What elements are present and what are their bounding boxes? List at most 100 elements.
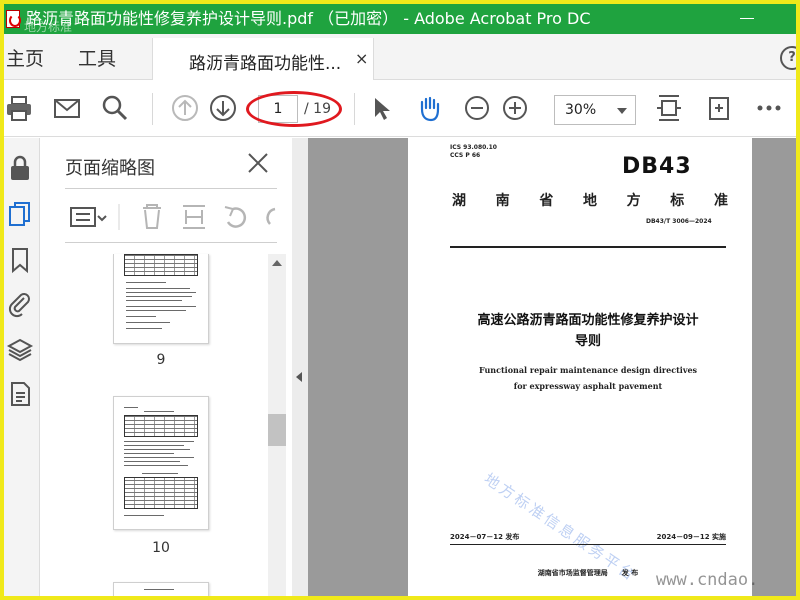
document-page: ICS 93.080.10 CCS P 66 DB43 湖 南 省 地 方 标 … [408,138,752,596]
hand-tool-icon[interactable] [414,93,444,123]
ccs-number: CCS P 66 [450,152,481,159]
heading-char: 准 [713,193,728,209]
thumbnail-line [126,288,190,289]
thumbnail-page-10[interactable] [113,396,209,530]
layers-icon[interactable] [6,336,34,364]
tab-document[interactable]: 路沥青路面功能性... × [152,38,374,80]
collapse-left-icon [296,372,302,382]
thumbnail-line [124,461,180,462]
thumbnail-table [124,477,198,509]
header-rule [450,246,726,248]
chinese-title: 高速公路沥青路面功能性修复养护设计 导则 [448,310,728,352]
thumbnail-page-partial[interactable] [113,582,209,596]
window-title: 路沥青路面功能性修复养护设计导则.pdf （已加密） - Adobe Acrob… [26,9,591,28]
thumbnail-options-icon[interactable] [70,207,107,227]
chevron-down-icon [617,108,627,114]
ics-number: ICS 93.080.10 [450,144,497,151]
rotate-left-icon[interactable] [224,206,247,228]
next-page-icon[interactable] [208,93,238,123]
footer-rule [450,544,726,545]
rotate-right-icon[interactable] [266,207,276,225]
panel-collapse-handle[interactable] [292,138,308,596]
thumbnail-panel: 页面缩略图 9 10 [41,138,291,596]
document-view[interactable]: ICS 93.080.10 CCS P 66 DB43 湖 南 省 地 方 标 … [308,138,796,596]
thumbnail-line [126,328,162,329]
implement-date: 2024－09－12 实施 [656,533,726,541]
english-title: Functional repair maintenance design dir… [448,362,728,394]
toolbar: 1 / 19 30% [4,81,796,137]
issuer-name: 湖南省市场监督管理局 [537,569,608,577]
tab-tools[interactable]: 工具 [78,44,116,71]
panel-title: 页面缩略图 [65,158,155,179]
thumbnail-label: 9 [156,352,166,368]
standard-number: DB43/T 3006—2024 [646,218,712,225]
thumbnail-line [126,282,166,283]
ics-code: ICS 93.080.10 CCS P 66 [450,144,497,160]
close-panel-icon[interactable] [245,150,271,176]
thumbnail-page-9[interactable] [113,254,209,344]
zoom-level-value: 30% [565,102,597,118]
province-standard-heading: 湖 南 省 地 方 标 准 [452,190,728,210]
zoom-out-icon[interactable] [462,93,492,123]
title-watermark: 地方标准 [24,20,73,34]
thumbnail-line [124,465,188,466]
title-bar: 路沥青路面功能性修复养护设计导则.pdf （已加密） - Adobe Acrob… [4,4,796,34]
thumbnail-line [142,473,178,474]
zoom-level-select[interactable]: 30% [554,95,636,125]
previous-page-icon[interactable] [170,93,200,123]
delete-page-icon[interactable] [143,204,161,229]
thumbnail-line [126,316,156,317]
chinese-title-line: 导则 [574,334,601,349]
fit-page-icon[interactable] [654,93,684,123]
zoom-in-icon[interactable] [500,93,530,123]
heading-char: 地 [582,193,597,209]
heading-char: 南 [495,193,510,209]
thumbnail-label: 10 [152,540,170,556]
panel-divider [65,188,277,189]
tab-row: 主页 工具 路沥青路面功能性... × ? [4,34,796,80]
db-code: DB43 [622,154,692,179]
thumbnail-line [126,310,186,311]
email-icon[interactable] [52,93,82,123]
page-indicator-highlight [246,91,342,127]
thumbnail-scrollbar[interactable] [268,254,286,596]
tab-home[interactable]: 主页 [6,44,44,71]
panel-divider [65,242,277,243]
thumbnail-line [124,515,164,516]
rotate-view-icon[interactable] [704,93,734,123]
publish-date: 2024－07－12 发布 [450,533,520,541]
thumbnail-line [144,589,174,590]
heading-char: 湖 [452,193,466,209]
print-icon[interactable] [4,93,34,123]
acrobat-app-icon [6,10,21,28]
english-title-line: for expressway asphalt pavement [513,381,663,391]
lock-icon[interactable] [6,154,34,182]
bookmark-icon[interactable] [6,246,34,274]
page-thumbnails-icon[interactable] [6,200,34,228]
toolbar-separator [152,93,153,125]
search-icon[interactable] [100,93,130,123]
document-properties-icon[interactable] [6,380,34,408]
scroll-up-icon[interactable] [272,260,282,266]
select-cursor-icon[interactable] [366,93,396,123]
chinese-title-line: 高速公路沥青路面功能性修复养护设计 [477,313,699,328]
insert-page-icon[interactable] [183,205,205,229]
attachment-icon[interactable] [6,290,34,318]
help-icon[interactable]: ? [780,46,796,70]
thumbnail-line [124,449,190,450]
left-tool-rail [4,138,40,596]
thumbnail-line [124,453,174,454]
thumbnail-line [124,457,194,458]
thumbnail-tools [70,204,276,230]
more-options-icon[interactable] [754,93,784,123]
close-tab-icon[interactable]: × [355,49,368,68]
site-watermark: www.cndao. [656,570,759,590]
minimize-icon[interactable] [740,18,754,19]
issuer-action: 发 布 [621,569,639,577]
scrollbar-thumb[interactable] [268,414,286,446]
thumbnail-line [126,300,182,301]
heading-char: 标 [670,193,685,209]
heading-char: 省 [539,193,554,209]
acrobat-window: 路沥青路面功能性修复养护设计导则.pdf （已加密） - Adobe Acrob… [4,4,796,596]
thumbnail-line [126,306,196,307]
